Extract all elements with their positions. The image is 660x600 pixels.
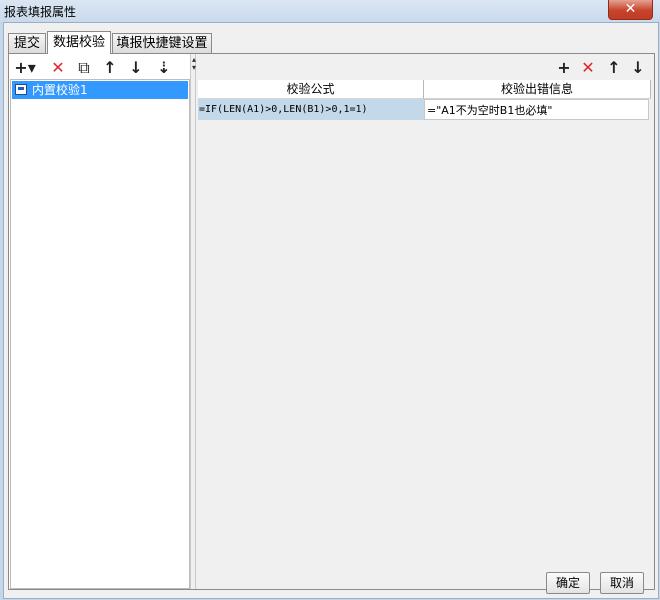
- delete-button[interactable]: ✕: [48, 58, 68, 78]
- delete-icon: ✕: [581, 58, 595, 77]
- close-icon: ✕: [624, 1, 637, 17]
- table-header: 校验公式 校验出错信息: [198, 80, 651, 99]
- validation-panel: +▾ ✕ ⧉ ↑ ↓ ⇣ 内置校验1 ▴ ▾ + ✕ ↑ ↓ 校验公式 校验出错…: [8, 53, 655, 590]
- validation-item-icon: [15, 84, 27, 95]
- formula-pane: + ✕ ↑ ↓ 校验公式 校验出错信息 =IF(LEN(A1)>0,LEN(B1…: [196, 54, 654, 589]
- arrow-down-icon: ↓: [129, 58, 143, 77]
- validation-list: 内置校验1: [10, 79, 190, 589]
- sort-icon: ⇣: [157, 58, 171, 77]
- column-header-formula[interactable]: 校验公式: [198, 80, 424, 99]
- dialog-body: 提交 数据校验 填报快捷键设置 +▾ ✕ ⧉ ↑ ↓ ⇣ 内置校验1 ▴ ▾ + …: [3, 22, 659, 599]
- list-item[interactable]: 内置校验1: [12, 81, 188, 99]
- delete-icon: ✕: [51, 58, 65, 77]
- add-row-button[interactable]: +: [554, 58, 574, 78]
- move-down-button[interactable]: ↓: [126, 58, 146, 78]
- tab-submit[interactable]: 提交: [8, 33, 46, 53]
- list-item-label: 内置校验1: [32, 83, 88, 97]
- copy-icon: ⧉: [78, 58, 90, 77]
- move-up-button[interactable]: ↑: [100, 58, 120, 78]
- cancel-button[interactable]: 取消: [600, 572, 644, 594]
- plus-icon: +: [557, 58, 571, 77]
- title-bar: 报表填报属性 ✕: [0, 0, 660, 22]
- tab-shortcut-settings[interactable]: 填报快捷键设置: [112, 33, 212, 53]
- right-toolbar: + ✕ ↑ ↓: [554, 58, 650, 78]
- arrow-up-icon: ↑: [607, 58, 621, 77]
- row-down-button[interactable]: ↓: [628, 58, 648, 78]
- add-icon: +▾: [14, 58, 36, 77]
- ok-button[interactable]: 确定: [546, 572, 590, 594]
- row-up-button[interactable]: ↑: [604, 58, 624, 78]
- tab-data-validation[interactable]: 数据校验: [47, 31, 111, 54]
- arrow-up-icon: ↑: [103, 58, 117, 77]
- error-message-cell[interactable]: ="A1不为空时B1也必填": [424, 99, 649, 120]
- add-dropdown-button[interactable]: +▾: [11, 58, 39, 78]
- table-row[interactable]: =IF(LEN(A1)>0,LEN(B1)>0,1=1) ="A1不为空时B1也…: [198, 99, 651, 120]
- validation-table: 校验公式 校验出错信息 =IF(LEN(A1)>0,LEN(B1)>0,1=1)…: [198, 80, 651, 588]
- close-button[interactable]: ✕: [608, 0, 653, 20]
- formula-cell[interactable]: =IF(LEN(A1)>0,LEN(B1)>0,1=1): [198, 99, 424, 120]
- window-title: 报表填报属性: [4, 5, 77, 19]
- delete-row-button[interactable]: ✕: [578, 58, 598, 78]
- sort-button[interactable]: ⇣: [152, 58, 176, 78]
- copy-button[interactable]: ⧉: [74, 58, 94, 78]
- arrow-down-icon: ↓: [631, 58, 645, 77]
- column-header-error-message[interactable]: 校验出错信息: [424, 80, 651, 99]
